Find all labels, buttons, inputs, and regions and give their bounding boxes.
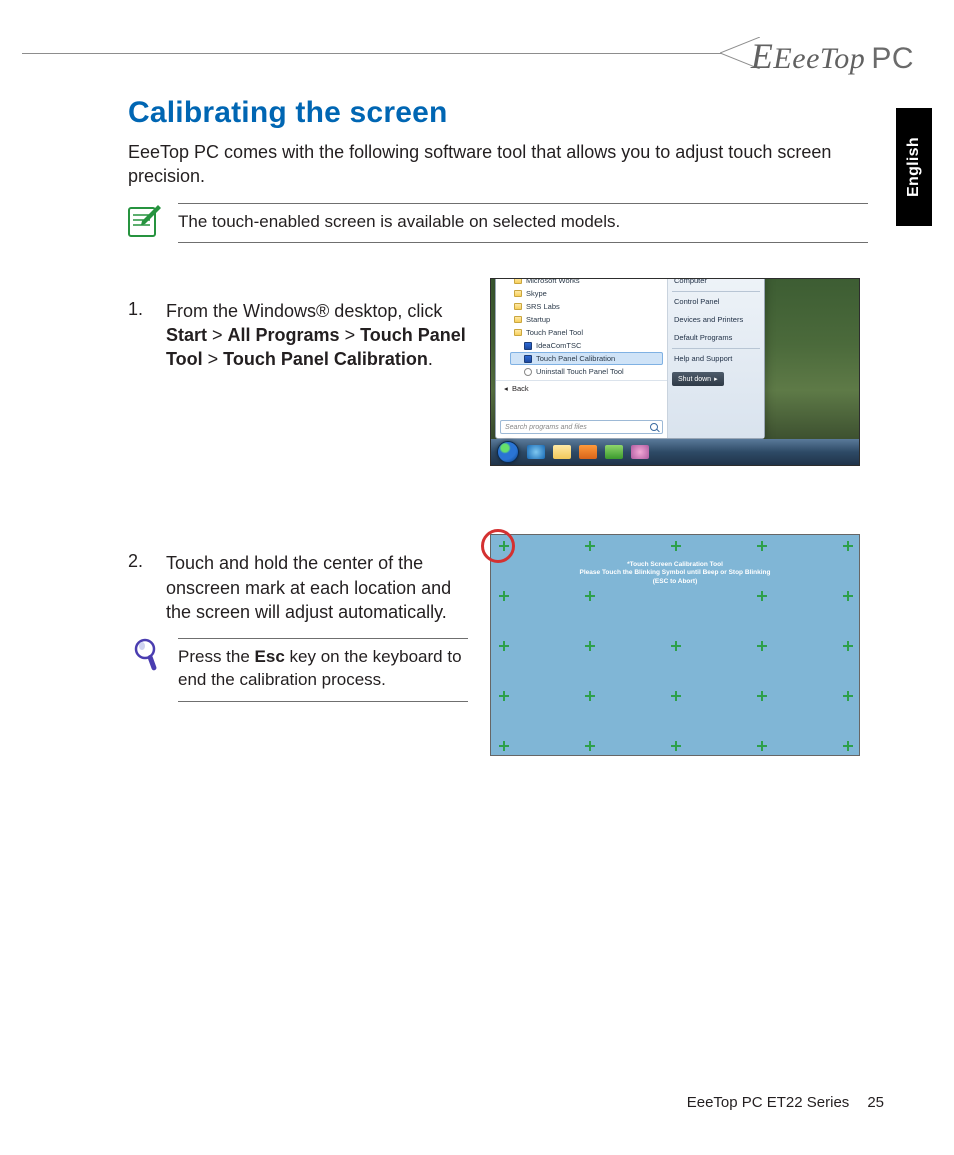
back-button[interactable]: ◂ Back: [496, 380, 667, 396]
target-icon: [585, 741, 595, 751]
folder-icon: [514, 303, 522, 310]
taskbar-ie-icon[interactable]: [527, 445, 545, 459]
step-2-text: Touch and hold the center of the onscree…: [166, 551, 468, 624]
target-icon: [671, 541, 681, 551]
brand-logo: EEeeTopPC: [751, 35, 914, 77]
step-1-text: From the Windows® desktop, click Start >…: [166, 299, 486, 372]
target-icon: [843, 641, 853, 651]
taskbar-paint-icon[interactable]: [631, 445, 649, 459]
magnifier-icon: [132, 638, 162, 676]
program-subitem[interactable]: IdeaComTSC: [500, 339, 663, 352]
tip-callout: Press the Esc key on the keyboard to end…: [132, 638, 468, 702]
system-link[interactable]: Devices and Printers: [668, 311, 764, 329]
system-link[interactable]: Default Programs: [668, 329, 764, 347]
note-callout: The touch-enabled screen is available on…: [128, 203, 868, 243]
target-icon: [499, 591, 509, 601]
note-pencil-icon: [128, 203, 162, 237]
programs-column: Microsoft Works Skype SRS Labs Startup T…: [496, 278, 668, 438]
target-icon: [499, 541, 509, 551]
taskbar-explorer-icon[interactable]: [553, 445, 571, 459]
system-link[interactable]: Control Panel: [668, 293, 764, 311]
target-icon: [843, 541, 853, 551]
search-input[interactable]: Search programs and files: [500, 420, 663, 434]
screenshot-start-menu: Microsoft Works Skype SRS Labs Startup T…: [490, 278, 860, 466]
target-icon: [585, 541, 595, 551]
program-item[interactable]: Startup: [500, 313, 663, 326]
page-footer: EeeTop PC ET22 Series 25: [687, 1094, 884, 1111]
target-icon: [757, 541, 767, 551]
uninstall-icon: [524, 368, 532, 376]
program-item[interactable]: Touch Panel Tool: [500, 326, 663, 339]
system-link[interactable]: Help and Support: [668, 350, 764, 368]
taskbar-media-icon[interactable]: [579, 445, 597, 459]
language-tab: English: [896, 108, 932, 226]
shutdown-button[interactable]: Shut down▸: [672, 372, 724, 386]
program-subitem-selected[interactable]: Touch Panel Calibration: [510, 352, 663, 365]
start-orb-icon[interactable]: [497, 441, 519, 463]
brand-suffix: PC: [871, 42, 914, 75]
screenshot-calibration: *Touch Screen Calibration Tool Please To…: [490, 534, 860, 756]
target-icon: [499, 691, 509, 701]
program-subitem[interactable]: Uninstall Touch Panel Tool: [500, 365, 663, 378]
step-1-number: 1.: [128, 299, 148, 372]
footer-series: EeeTop PC ET22 Series: [687, 1094, 850, 1111]
header-rule: [22, 53, 722, 54]
page-title: Calibrating the screen: [128, 96, 868, 130]
target-icon: [671, 691, 681, 701]
target-icon: [585, 591, 595, 601]
chevron-right-icon: ▸: [714, 375, 718, 383]
search-icon: [650, 423, 658, 431]
program-item[interactable]: Skype: [500, 287, 663, 300]
program-item[interactable]: Microsoft Works: [500, 278, 663, 287]
target-icon: [585, 691, 595, 701]
target-icon: [585, 641, 595, 651]
target-icon: [671, 641, 681, 651]
taskbar[interactable]: [491, 439, 859, 465]
app-icon: [524, 342, 532, 350]
system-column: Computer Control Panel Devices and Print…: [668, 278, 764, 438]
calibration-grid: [491, 535, 859, 755]
program-item[interactable]: SRS Labs: [500, 300, 663, 313]
folder-icon: [514, 316, 522, 323]
taskbar-messenger-icon[interactable]: [605, 445, 623, 459]
target-icon: [757, 691, 767, 701]
target-icon: [843, 741, 853, 751]
folder-icon: [514, 278, 522, 284]
note-text: The touch-enabled screen is available on…: [178, 203, 868, 243]
target-icon: [757, 591, 767, 601]
folder-icon: [514, 329, 522, 336]
footer-page-number: 25: [867, 1094, 884, 1111]
brand-text: EeeTop: [773, 42, 865, 75]
target-icon: [671, 741, 681, 751]
target-icon: [499, 741, 509, 751]
app-icon: [524, 355, 532, 363]
folder-icon: [514, 290, 522, 297]
start-menu-panel[interactable]: Microsoft Works Skype SRS Labs Startup T…: [495, 278, 765, 439]
target-icon: [757, 741, 767, 751]
target-icon: [843, 591, 853, 601]
tip-text: Press the Esc key on the keyboard to end…: [178, 638, 468, 702]
target-icon: [843, 691, 853, 701]
target-icon: [499, 641, 509, 651]
system-link[interactable]: Computer: [668, 278, 764, 290]
intro-text: EeeTop PC comes with the following softw…: [128, 140, 868, 189]
target-icon: [757, 641, 767, 651]
